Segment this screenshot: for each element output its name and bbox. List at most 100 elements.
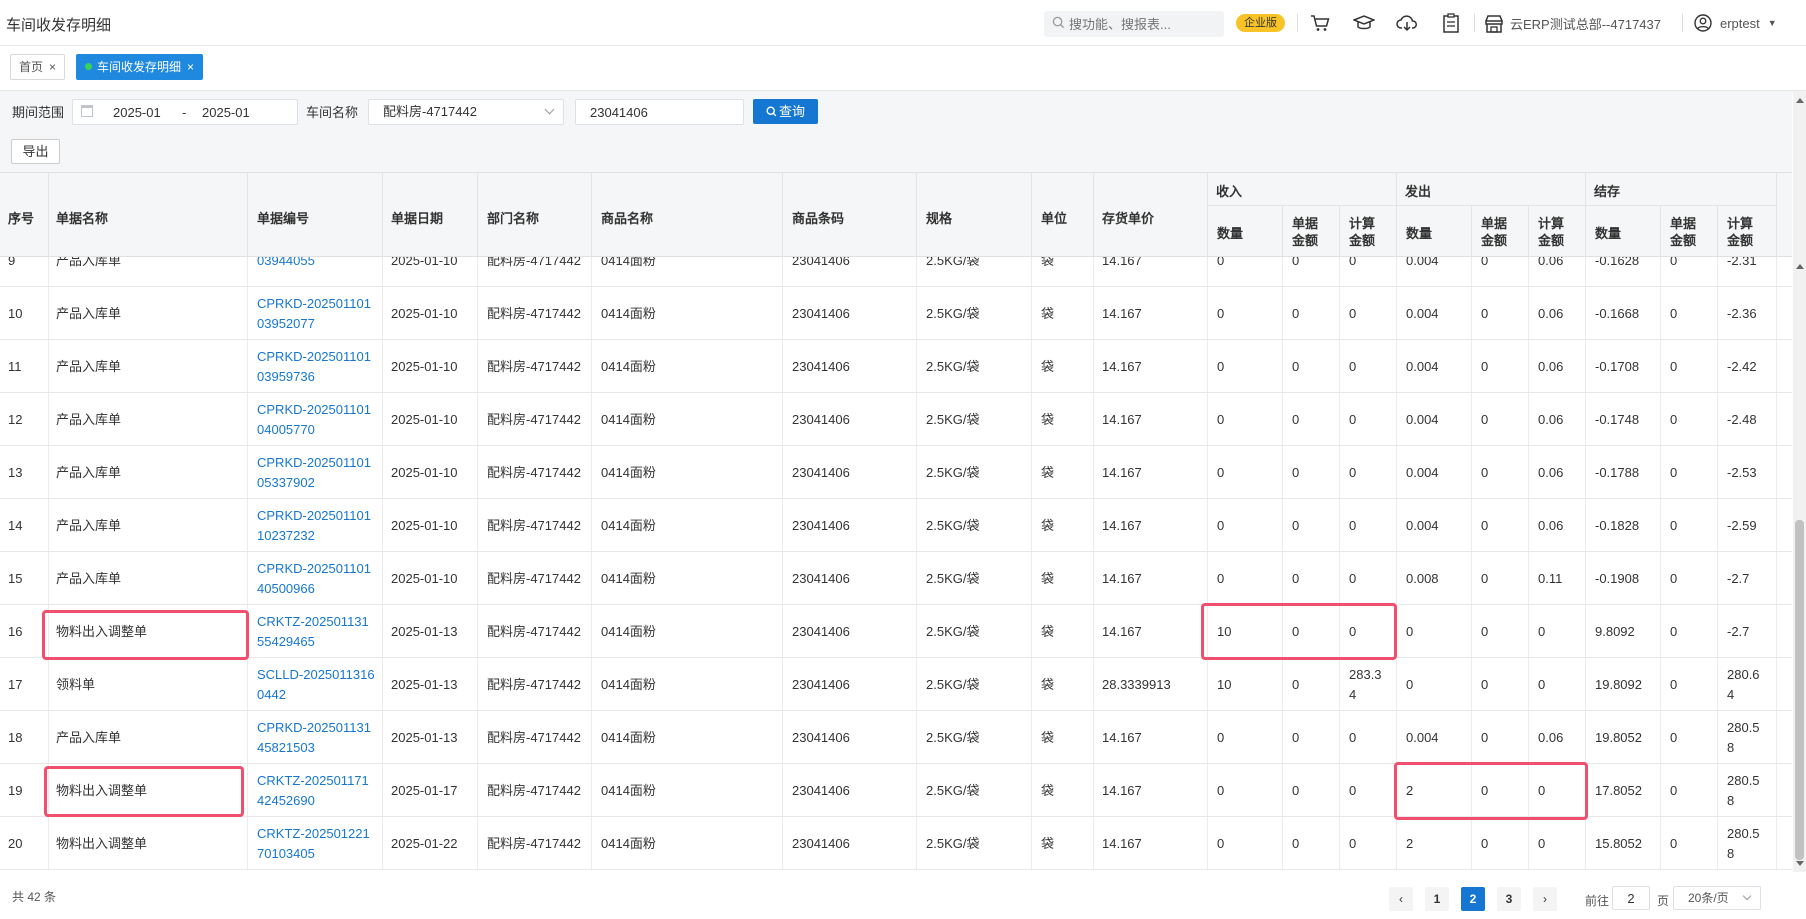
search-input[interactable]: [1069, 16, 1209, 32]
cell-line: 2.5KG/袋: [926, 571, 980, 586]
cart-icon[interactable]: [1309, 12, 1331, 34]
table-row[interactable]: 10 产品入库单 CPRKD-202501101 03952077 2025-01-10…: [0, 287, 1792, 340]
cell-date: 2025-01-10: [391, 357, 458, 377]
clipboard-icon[interactable]: [1440, 12, 1462, 34]
cloud-download-icon[interactable]: [1396, 12, 1418, 34]
cell-cost: 14.167: [1102, 304, 1142, 324]
graduation-cap-icon[interactable]: [1353, 12, 1375, 34]
cell-dept: 配料房-4717442: [487, 781, 581, 801]
divider: [1660, 658, 1661, 710]
page-button-2[interactable]: 2: [1461, 887, 1485, 911]
divider: [1339, 205, 1340, 258]
cell-seq: 11: [8, 357, 22, 377]
cell-bal-unit: 0: [1670, 304, 1677, 324]
cell-doc-no[interactable]: CPRKD-202501101 40500966: [257, 559, 371, 599]
cell-line: 19.8052: [1595, 730, 1642, 745]
user-menu[interactable]: erptest ▼: [1694, 14, 1777, 32]
divider: [1776, 658, 1777, 710]
divider: [1031, 817, 1032, 869]
search-box[interactable]: [1044, 11, 1224, 37]
divider: [1396, 817, 1397, 869]
scrollbar-thumb[interactable]: [1795, 520, 1804, 860]
divider: [1660, 499, 1661, 551]
workshop-select[interactable]: 配料房-4717442: [368, 99, 564, 125]
table-row[interactable]: 17 领料单 SCLLD-2025011316 0442 2025-01-13 配料房-4…: [0, 658, 1792, 711]
scroll-down-icon[interactable]: [1796, 861, 1804, 866]
barcode-input[interactable]: [575, 99, 744, 125]
divider: [247, 340, 248, 392]
table-row[interactable]: 14 产品入库单 CPRKD-202501101 10237232 2025-01-10…: [0, 499, 1792, 552]
divider: [1585, 393, 1586, 445]
cell-line: 2025-01-13: [391, 624, 458, 639]
cell-doc-no[interactable]: CRKTZ-202501131 55429465: [257, 612, 369, 652]
cell-doc-no[interactable]: SCLLD-2025011316 0442: [257, 665, 375, 705]
divider: [916, 552, 917, 604]
table-row[interactable]: 20 物料出入调整单 CRKTZ-202501221 70103405 2025-01-…: [0, 817, 1792, 870]
cell-line: 2025-01-17: [391, 783, 458, 798]
divider: [247, 446, 248, 498]
close-icon[interactable]: ×: [49, 60, 56, 74]
tab-workshop-detail[interactable]: 车间收发存明细 ×: [76, 54, 204, 80]
table-row[interactable]: 15 产品入库单 CPRKD-202501101 40500966 2025-01-10…: [0, 552, 1792, 605]
divider: [1031, 499, 1032, 551]
cell-out-qty: 0.004: [1406, 357, 1439, 377]
divider: [1717, 499, 1718, 551]
query-button[interactable]: 查询: [753, 99, 818, 124]
scroll-up-icon[interactable]: [1796, 98, 1804, 103]
cell-line: 0: [1217, 571, 1225, 586]
chevron-down-icon: [1742, 891, 1752, 901]
cell-out-qty: 0.004: [1406, 304, 1439, 324]
table-row[interactable]: 18 产品入库单 CPRKD-202501131 45821503 2025-01-13…: [0, 711, 1792, 764]
page-button-3[interactable]: 3: [1497, 887, 1521, 911]
company-switcher[interactable]: 云ERP测试总部--4717437: [1484, 14, 1661, 33]
export-button[interactable]: 导出: [11, 139, 60, 164]
close-icon[interactable]: ×: [187, 60, 194, 74]
cell-cost: 14.167: [1102, 834, 1142, 854]
tab-home[interactable]: 首页 ×: [10, 54, 66, 80]
next-page-button[interactable]: ›: [1533, 887, 1557, 911]
cell-doc-no[interactable]: CPRKD-202501101 04005770: [257, 400, 371, 440]
goto-page-input[interactable]: [1612, 886, 1650, 910]
cell-line: 0: [1481, 412, 1489, 427]
header-in-unit-amount: 单据 金额: [1292, 215, 1318, 249]
header-doc-no: 单据编号: [257, 211, 310, 226]
cell-doc-no[interactable]: CPRKD-202501131 45821503: [257, 718, 371, 758]
cell-doc-no[interactable]: CRKTZ-202501171 42452690: [257, 771, 369, 811]
divider: [782, 764, 783, 816]
divider: [477, 605, 478, 657]
cell-in-qty: 0: [1217, 834, 1224, 854]
table-row[interactable]: 9 产品入库单 03944055 2025-01-10 配料房-4717442 0414面…: [0, 253, 1792, 287]
cell-line: 2025-01-13: [391, 730, 458, 745]
prev-page-button[interactable]: ‹: [1389, 887, 1413, 911]
cell-line: -2.42: [1727, 359, 1757, 374]
cell-doc-no[interactable]: CPRKD-202501101 03959736: [257, 347, 371, 387]
highlight-box: [1201, 603, 1397, 660]
divider: [1660, 340, 1661, 392]
page-button-1[interactable]: 1: [1425, 887, 1449, 911]
table-row[interactable]: 12 产品入库单 CPRKD-202501101 04005770 2025-01-10…: [0, 393, 1792, 446]
cell-doc-no[interactable]: CPRKD-202501101 05337902: [257, 453, 371, 493]
table-row[interactable]: 16 物料出入调整单 CRKTZ-202501131 55429465 2025-01-…: [0, 605, 1792, 658]
table-row[interactable]: 11 产品入库单 CPRKD-202501101 03959736 2025-01-10…: [0, 340, 1792, 393]
divider: [477, 393, 478, 445]
divider: [1093, 173, 1094, 258]
cell-line: 13: [8, 465, 23, 480]
cell-doc-no[interactable]: CRKTZ-202501221 70103405: [257, 824, 370, 864]
vertical-scrollbar[interactable]: [1793, 92, 1806, 872]
cell-cost: 14.167: [1102, 622, 1142, 642]
divider: [591, 173, 592, 258]
cell-line: 领料单: [56, 677, 96, 692]
cell-doc-no[interactable]: CPRKD-202501101 03952077: [257, 294, 371, 334]
divider: [1207, 340, 1208, 392]
divider: [1207, 658, 1208, 710]
goto-label: 前往: [1585, 894, 1610, 908]
period-range-picker[interactable]: 2025-01 - 2025-01: [72, 99, 298, 125]
table-row[interactable]: 13 产品入库单 CPRKD-202501101 05337902 2025-01-10…: [0, 446, 1792, 499]
divider: [477, 658, 478, 710]
scroll-up-icon[interactable]: [1796, 264, 1804, 269]
cell-line: 18: [8, 730, 23, 745]
cell-unit: 袋: [1041, 675, 1054, 695]
page-size-select[interactable]: 20条/页: [1673, 886, 1761, 910]
cell-doc-no[interactable]: CPRKD-202501101 10237232: [257, 506, 371, 546]
divider: [1396, 499, 1397, 551]
